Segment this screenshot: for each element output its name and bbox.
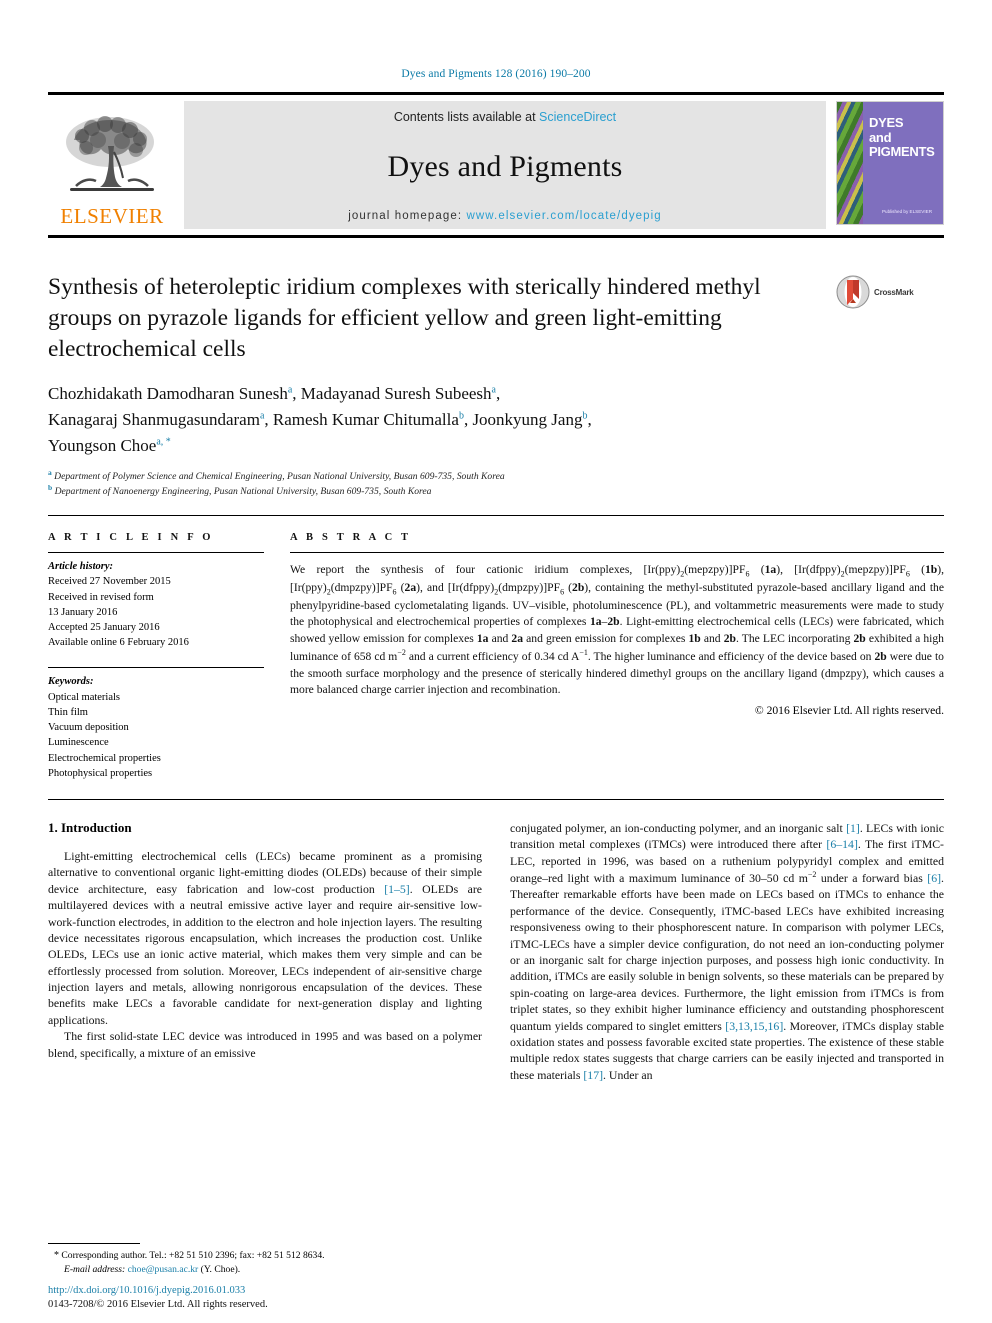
author-name: Youngson Choe xyxy=(48,435,157,455)
keyword-item: Luminescence xyxy=(48,737,109,749)
journal-masthead: ELSEVIER Contents lists available at Sci… xyxy=(48,92,944,238)
history-line: Received in revised form xyxy=(48,591,154,603)
abstract-text: We report the synthesis of four cationic… xyxy=(290,563,944,697)
body-column-left: 1. Introduction Light-emitting electroch… xyxy=(48,820,482,1083)
author-affiliation-marker: a xyxy=(259,410,265,422)
affiliation-item: a Department of Polymer Science and Chem… xyxy=(48,468,944,484)
author-line-2: Kanagaraj Shanmugasundarama, Ramesh Kuma… xyxy=(48,409,592,429)
email-address-label: E-mail address: xyxy=(64,1264,126,1276)
homepage-prefix: journal homepage: xyxy=(348,210,463,222)
body-columns: 1. Introduction Light-emitting electroch… xyxy=(48,820,944,1083)
footer-doi-block: http://dx.doi.org/10.1016/j.dyepig.2016.… xyxy=(48,1283,508,1313)
author-affiliation-marker: a xyxy=(287,384,293,396)
doi-link[interactable]: http://dx.doi.org/10.1016/j.dyepig.2016.… xyxy=(48,1283,508,1299)
crossmark-icon xyxy=(836,275,870,309)
journal-homepage-line: journal homepage: www.elsevier.com/locat… xyxy=(348,210,662,222)
abstract-column: A B S T R A C T We report the synthesis … xyxy=(290,532,944,781)
email-owner: (Y. Choe). xyxy=(200,1264,241,1276)
footnote-line-2: E-mail address: choe@pusan.ac.kr (Y. Cho… xyxy=(48,1263,480,1277)
elsevier-wordmark: ELSEVIER xyxy=(60,204,164,228)
corresponding-author-marker: a, * xyxy=(156,436,171,448)
cover-title-line-2: and xyxy=(869,129,892,145)
footnote-corresponding-text: Corresponding author. Tel.: +82 51 510 2… xyxy=(61,1249,325,1261)
author-affiliation-marker: b xyxy=(582,410,588,422)
cover-title: DYES and PIGMENTS xyxy=(869,115,937,160)
author-line-1: Chozhidakath Damodharan Sunesha, Madayan… xyxy=(48,384,501,404)
journal-article-page: Dyes and Pigments 128 (2016) 190–200 ELS… xyxy=(0,0,992,1323)
footnote-rule xyxy=(48,1242,140,1244)
article-history-label: Article history: xyxy=(48,561,114,573)
email-link[interactable]: choe@pusan.ac.kr xyxy=(128,1264,199,1275)
title-block: Synthesis of heteroleptic iridium comple… xyxy=(48,272,944,365)
history-line: 13 January 2016 xyxy=(48,606,118,618)
body-column-right: conjugated polymer, an ion-conducting po… xyxy=(510,820,944,1083)
cover-title-line-3: PIGMENTS xyxy=(869,144,935,160)
elsevier-logo: ELSEVIER xyxy=(48,101,176,229)
cover-title-line-1: DYES xyxy=(869,115,904,130)
contents-list-line: Contents lists available at ScienceDirec… xyxy=(394,110,616,124)
history-line: Accepted 25 January 2016 xyxy=(48,622,160,633)
author-name: Ramesh Kumar Chitumalla xyxy=(272,409,459,429)
keywords-label: Keywords: xyxy=(48,676,94,688)
journal-banner: Contents lists available at ScienceDirec… xyxy=(184,101,826,229)
author-name: Kanagaraj Shanmugasundaram xyxy=(48,409,260,429)
info-abstract-region: A R T I C L E I N F O Article history: R… xyxy=(48,532,944,781)
footnote-line-1: * Corresponding author. Tel.: +82 51 510… xyxy=(48,1249,480,1264)
keyword-item: Photophysical properties xyxy=(48,767,153,779)
affiliation-text: Department of Nanoenergy Engineering, Pu… xyxy=(54,486,432,498)
keyword-item: Optical materials xyxy=(48,691,121,703)
affiliation-item: b Department of Nanoenergy Engineering, … xyxy=(48,483,944,499)
paragraph: Light-emitting electrochemical cells (LE… xyxy=(48,848,482,1027)
issn-copyright-line: 0143-7208/© 2016 Elsevier Ltd. All right… xyxy=(48,1299,268,1311)
paragraph: conjugated polymer, an ion-conducting po… xyxy=(510,820,944,1082)
crossmark-badge[interactable]: CrossMark xyxy=(836,272,944,309)
keyword-item: Vacuum deposition xyxy=(48,722,129,734)
keywords-block: Keywords: Optical materials Thin film Va… xyxy=(48,661,264,781)
journal-cover-thumbnail: DYES and PIGMENTS Published by ELSEVIER xyxy=(836,101,944,225)
abstract-copyright: © 2016 Elsevier Ltd. All rights reserved… xyxy=(754,703,944,717)
author-line-3: Youngson Choea, * xyxy=(48,433,944,459)
author-list: Chozhidakath Damodharan Sunesha, Madayan… xyxy=(48,381,944,499)
abstract-heading: A B S T R A C T xyxy=(290,532,412,544)
page-title: Synthesis of heteroleptic iridium comple… xyxy=(48,274,761,363)
article-info-column: A R T I C L E I N F O Article history: R… xyxy=(48,532,290,781)
section-heading-introduction: 1. Introduction xyxy=(48,819,132,835)
running-head: Dyes and Pigments 128 (2016) 190–200 xyxy=(401,68,591,80)
author-name: Chozhidakath Damodharan Sunesh xyxy=(48,384,288,404)
journal-title: Dyes and Pigments xyxy=(387,150,623,183)
keyword-item: Thin film xyxy=(48,706,88,718)
affiliation-marker: b xyxy=(48,483,53,493)
paragraph: The first solid-state LEC device was int… xyxy=(48,1029,482,1060)
author-affiliation-marker: a xyxy=(491,384,496,396)
divider-above-abstract xyxy=(48,515,944,517)
affiliation-marker: a xyxy=(48,467,52,477)
affiliation-text: Department of Polymer Science and Chemic… xyxy=(54,470,505,482)
sciencedirect-link[interactable]: ScienceDirect xyxy=(539,110,616,124)
article-history-block: Article history: Received 27 November 20… xyxy=(48,553,264,650)
cover-publisher-note: Published by ELSEVIER xyxy=(881,209,933,215)
author-name: Joonkyung Jang xyxy=(472,409,583,429)
footnote-star-marker: * xyxy=(54,1249,59,1261)
elsevier-tree-icon xyxy=(66,116,154,191)
crossmark-label: CrossMark xyxy=(874,287,914,297)
cover-art-strip xyxy=(837,102,863,224)
article-info-heading: A R T I C L E I N F O xyxy=(48,532,214,544)
author-name: Madayanad Suresh Subeesh xyxy=(300,384,492,404)
keyword-item: Electrochemical properties xyxy=(48,752,161,764)
affiliation-list: a Department of Polymer Science and Chem… xyxy=(48,468,944,500)
corresponding-author-footnote: * Corresponding author. Tel.: +82 51 510… xyxy=(48,1242,480,1277)
history-line: Available online 6 February 2016 xyxy=(48,637,189,649)
contents-prefix: Contents lists available at xyxy=(393,110,536,124)
divider-below-abstract xyxy=(48,798,944,800)
homepage-url-link[interactable]: www.elsevier.com/locate/dyepig xyxy=(466,210,661,222)
history-line: Received 27 November 2015 xyxy=(48,576,171,588)
author-affiliation-marker: b xyxy=(458,410,464,422)
